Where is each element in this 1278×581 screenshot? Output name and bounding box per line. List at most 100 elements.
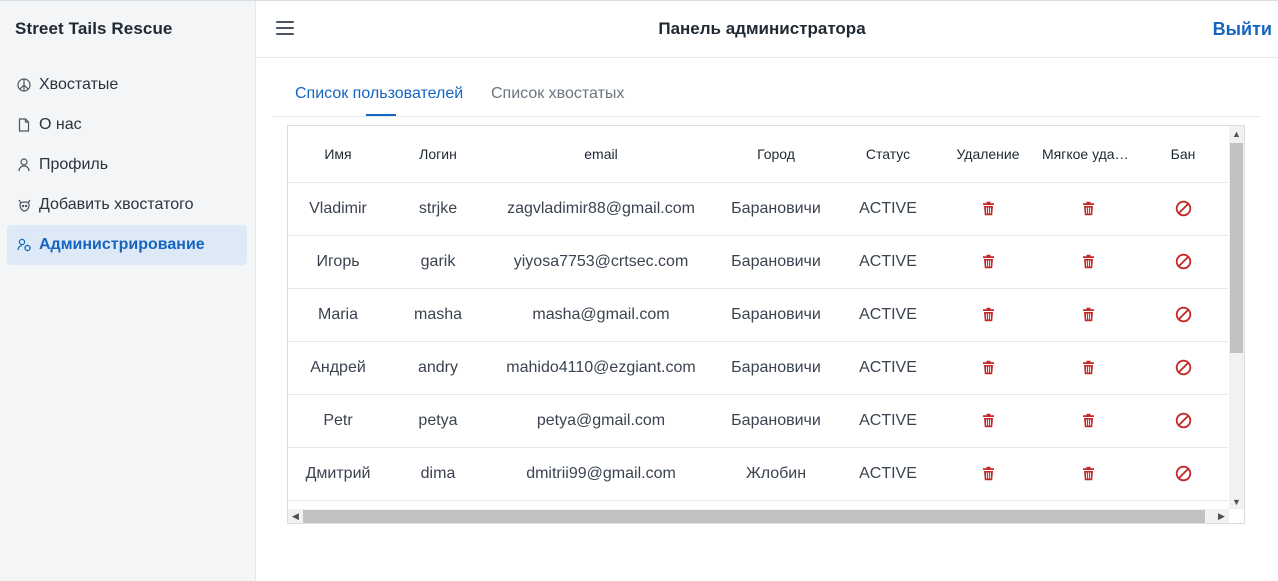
- sidebar-item-label: О нас: [39, 116, 82, 133]
- cell-ban: [1138, 182, 1228, 236]
- app-brand[interactable]: Street Tails Rescue: [15, 19, 173, 39]
- trash-icon[interactable]: [977, 198, 999, 220]
- cell-login: petya: [388, 394, 488, 448]
- top-header: Панель администратора Выйти: [256, 0, 1278, 58]
- horizontal-scrollbar[interactable]: ◀ ▶: [288, 509, 1229, 523]
- cell-soft-delete: [1038, 182, 1138, 236]
- cell-name: Maria: [288, 288, 388, 342]
- cell-city: Барановичи: [714, 341, 838, 395]
- cell-city: Жлобин: [714, 447, 838, 501]
- ban-icon[interactable]: [1172, 251, 1194, 273]
- sidebar-item-label: Добавить хвостатого: [39, 196, 194, 213]
- paw-icon: [16, 77, 32, 93]
- table-row[interactable]: Vladimir strjke zagvladimir88@gmail.com Бар…: [288, 182, 1228, 236]
- ban-icon[interactable]: [1172, 463, 1194, 485]
- trash-icon[interactable]: [977, 463, 999, 485]
- ban-icon[interactable]: [1172, 198, 1194, 220]
- sidebar-item-label: Профиль: [39, 156, 109, 173]
- scroll-right-arrow-icon[interactable]: ▶: [1214, 509, 1229, 523]
- trash-icon[interactable]: [977, 357, 999, 379]
- table-body: Vladimir strjke zagvladimir88@gmail.com Бар…: [288, 182, 1228, 501]
- cell-delete: [938, 394, 1038, 448]
- sidebar-item-profile[interactable]: Профиль: [7, 145, 247, 185]
- cell-soft-delete: [1038, 341, 1138, 395]
- cell-city: Барановичи: [714, 235, 838, 289]
- scroll-down-arrow-icon[interactable]: ▼: [1229, 494, 1244, 509]
- admin-tabs: Список пользователей Список хвостатых: [272, 76, 1260, 117]
- vertical-scrollbar[interactable]: ▲ ▼: [1229, 126, 1244, 509]
- trash-icon[interactable]: [1077, 304, 1099, 326]
- trash-icon[interactable]: [1077, 251, 1099, 273]
- cell-login: strjke: [388, 182, 488, 236]
- column-header-login[interactable]: Логин: [388, 126, 488, 183]
- sidebar-item-label: Администрирование: [39, 236, 205, 253]
- cell-email: yiyosa7753@crtsec.com: [488, 235, 714, 289]
- horizontal-scroll-thumb[interactable]: [303, 510, 1205, 523]
- sidebar-item-pets[interactable]: Хвостатые: [7, 65, 247, 105]
- table-row[interactable]: Дмитрий dima dmitrii99@gmail.com Жлобин ACTI…: [288, 447, 1228, 501]
- page-title: Панель администратора: [658, 19, 866, 38]
- users-table-container: Имя Логин email Город Статус Удаление Мя…: [287, 125, 1245, 524]
- cell-email: masha@gmail.com: [488, 288, 714, 342]
- table-row[interactable]: Maria masha masha@gmail.com Барановичи ACTIV…: [288, 288, 1228, 342]
- column-header-city[interactable]: Город: [714, 126, 838, 183]
- cell-delete: [938, 182, 1038, 236]
- sidebar-item-about[interactable]: О нас: [7, 105, 247, 145]
- cell-delete: [938, 235, 1038, 289]
- column-header-name[interactable]: Имя: [288, 126, 388, 183]
- cell-login: garik: [388, 235, 488, 289]
- cell-status: ACTIVE: [838, 341, 938, 395]
- column-header-delete[interactable]: Удаление: [938, 126, 1038, 183]
- trash-icon[interactable]: [977, 251, 999, 273]
- trash-icon[interactable]: [1077, 410, 1099, 432]
- trash-icon[interactable]: [1077, 357, 1099, 379]
- cell-name: Petr: [288, 394, 388, 448]
- cell-email: zagvladimir88@gmail.com: [488, 182, 714, 236]
- trash-icon[interactable]: [977, 410, 999, 432]
- ban-icon[interactable]: [1172, 357, 1194, 379]
- ban-icon[interactable]: [1172, 410, 1194, 432]
- cell-ban: [1138, 394, 1228, 448]
- column-header-soft-delete[interactable]: Мягкое удаление: [1038, 126, 1138, 183]
- scroll-up-arrow-icon[interactable]: ▲: [1229, 126, 1244, 141]
- active-tab-indicator: [366, 114, 396, 116]
- sidebar-item-add-pet[interactable]: Добавить хвостатого: [7, 185, 247, 225]
- logout-button[interactable]: Выйти: [1213, 19, 1272, 40]
- trash-icon[interactable]: [977, 304, 999, 326]
- table-header-row: Имя Логин email Город Статус Удаление Мя…: [288, 126, 1228, 183]
- cell-city: Барановичи: [714, 394, 838, 448]
- cell-name: Игорь: [288, 235, 388, 289]
- trash-icon[interactable]: [1077, 198, 1099, 220]
- cell-status: ACTIVE: [838, 235, 938, 289]
- sidebar-item-admin[interactable]: Администрирование: [7, 225, 247, 265]
- cell-name: Андрей: [288, 341, 388, 395]
- cell-ban: [1138, 341, 1228, 395]
- cell-login: dima: [388, 447, 488, 501]
- cell-soft-delete: [1038, 394, 1138, 448]
- cell-status: ACTIVE: [838, 447, 938, 501]
- scroll-left-arrow-icon[interactable]: ◀: [288, 509, 303, 523]
- cell-name: Vladimir: [288, 182, 388, 236]
- sidebar-item-label: Хвостатые: [39, 76, 119, 93]
- table-row[interactable]: Petr petya petya@gmail.com Барановичи ACTIVE: [288, 394, 1228, 448]
- column-header-ban[interactable]: Бан: [1138, 126, 1228, 183]
- cell-status: ACTIVE: [838, 182, 938, 236]
- cell-city: Барановичи: [714, 182, 838, 236]
- cell-login: masha: [388, 288, 488, 342]
- table-row[interactable]: Игорь garik yiyosa7753@crtsec.com Баранович…: [288, 235, 1228, 289]
- ban-icon[interactable]: [1172, 304, 1194, 326]
- tab-users-list[interactable]: Список пользователей: [295, 85, 463, 103]
- document-icon: [16, 117, 32, 133]
- user-icon: [16, 157, 32, 173]
- cell-soft-delete: [1038, 235, 1138, 289]
- column-header-status[interactable]: Статус: [838, 126, 938, 183]
- table-row[interactable]: Андрей andry mahido4110@ezgiant.com Баранов…: [288, 341, 1228, 395]
- vertical-scroll-thumb[interactable]: [1230, 143, 1243, 353]
- cell-soft-delete: [1038, 288, 1138, 342]
- tab-pets-list[interactable]: Список хвостатых: [491, 85, 624, 103]
- column-header-email[interactable]: email: [488, 126, 714, 183]
- cell-ban: [1138, 235, 1228, 289]
- users-table: Имя Логин email Город Статус Удаление Мя…: [288, 126, 1228, 501]
- cell-delete: [938, 341, 1038, 395]
- trash-icon[interactable]: [1077, 463, 1099, 485]
